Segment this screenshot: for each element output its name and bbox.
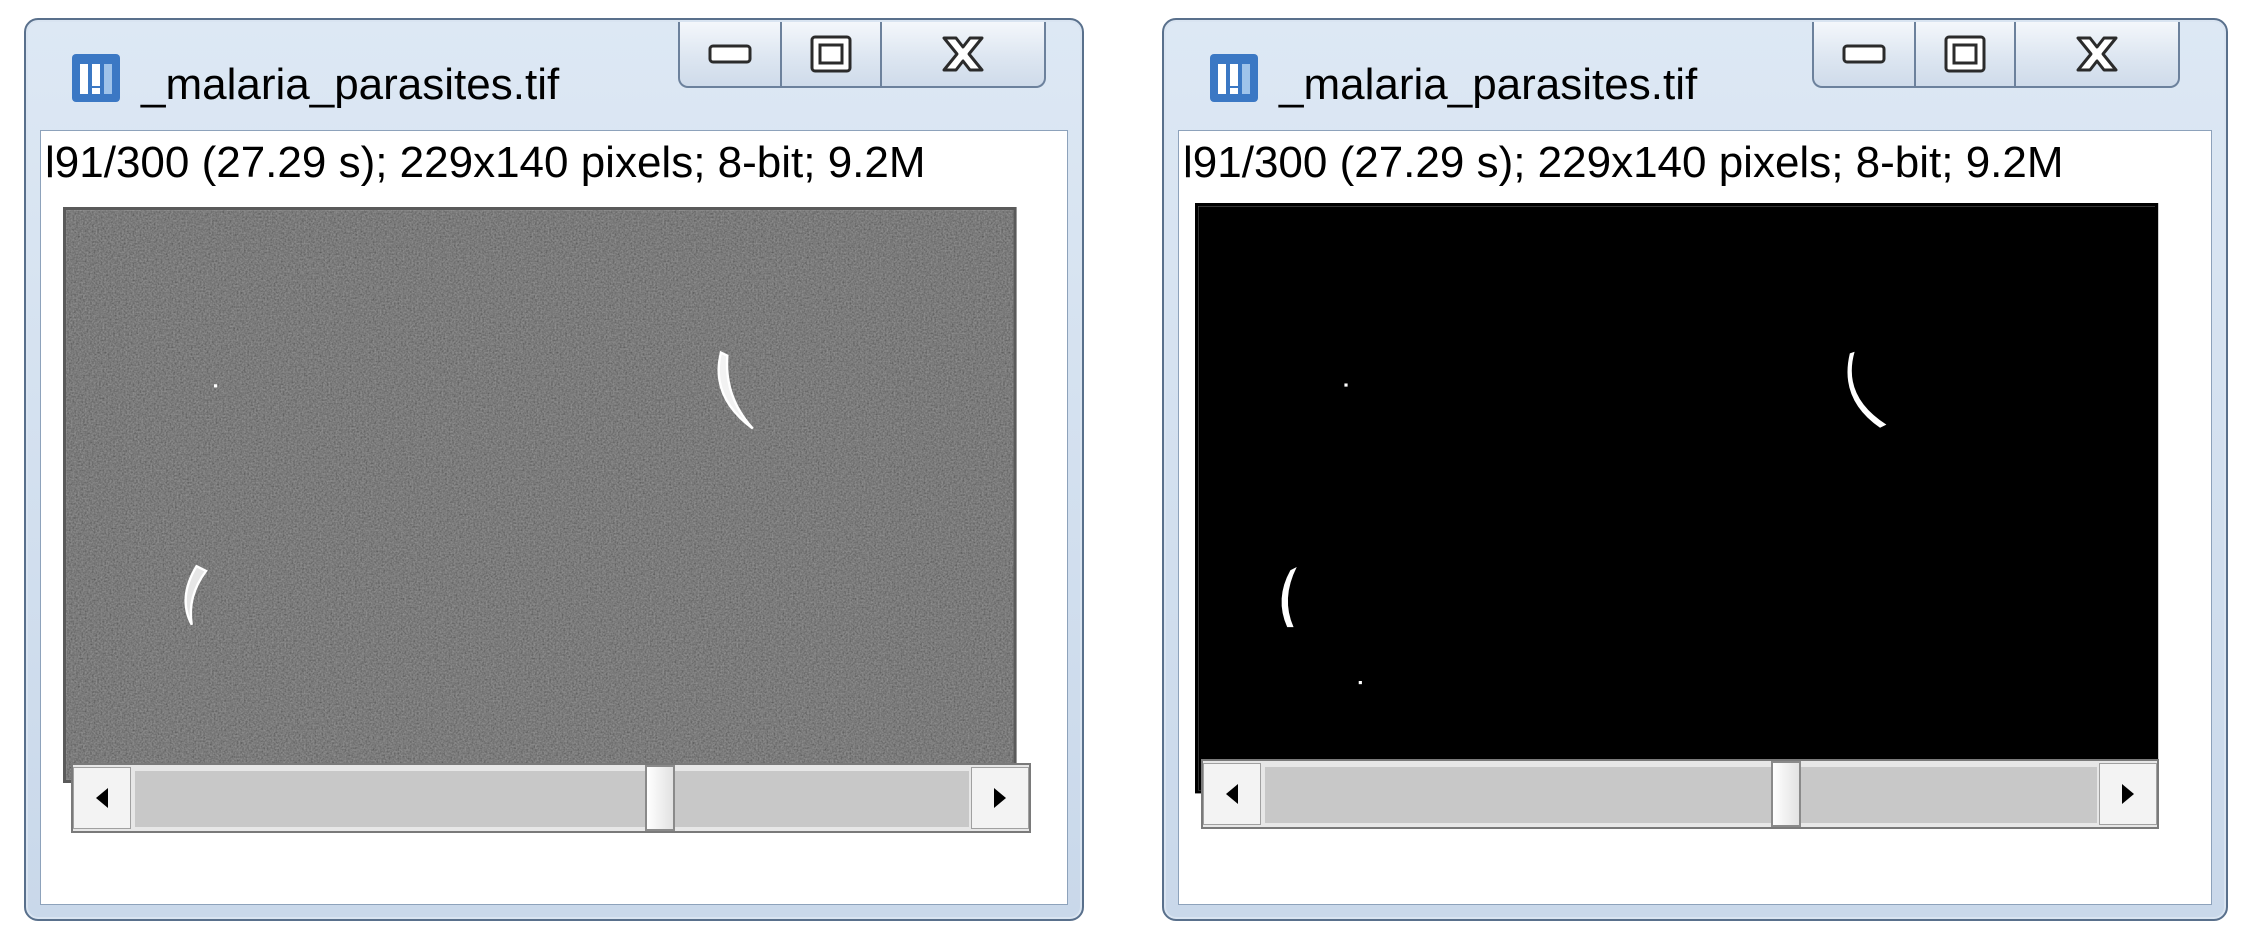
minimize-icon	[708, 44, 752, 64]
frame-scrollbar[interactable]	[1201, 759, 2159, 829]
scroll-thumb[interactable]	[645, 765, 675, 831]
window-title: _malaria_parasites.tif	[1279, 60, 1698, 109]
maximize-button[interactable]	[1916, 22, 2016, 88]
image-client-area: l91/300 (27.29 s); 229x140 pixels; 8-bit…	[40, 130, 1068, 905]
window-title: _malaria_parasites.tif	[141, 60, 560, 109]
image-client-area: l91/300 (27.29 s); 229x140 pixels; 8-bit…	[1178, 130, 2212, 905]
close-button[interactable]	[882, 22, 1046, 88]
image-canvas[interactable]	[1195, 203, 2159, 794]
maximize-icon	[810, 35, 852, 73]
parasite-mask-dot	[1358, 680, 1362, 685]
minimize-button[interactable]	[678, 22, 782, 88]
image-canvas[interactable]	[63, 207, 1017, 783]
imagej-icon	[1206, 50, 1262, 106]
arrow-left-icon	[96, 788, 108, 808]
scroll-track[interactable]	[135, 771, 969, 827]
imagej-icon	[68, 50, 124, 106]
close-icon	[2076, 36, 2118, 72]
image-window-original[interactable]: _malaria_parasites.tif l91/300 (27.29 s)	[24, 18, 1084, 921]
minimize-icon	[1842, 44, 1886, 64]
scroll-left-button[interactable]	[1203, 763, 1261, 825]
arrow-right-icon	[994, 788, 1006, 808]
image-window-thresholded[interactable]: _malaria_parasites.tif l91/300 (27.29 s)	[1162, 18, 2228, 921]
window-controls	[678, 22, 1046, 92]
close-button[interactable]	[2016, 22, 2180, 88]
scroll-right-button[interactable]	[2099, 763, 2157, 825]
scroll-left-button[interactable]	[73, 767, 131, 829]
maximize-button[interactable]	[782, 22, 882, 88]
minimize-button[interactable]	[1812, 22, 1916, 88]
parasite-dot	[214, 384, 218, 388]
image-info-line: l91/300 (27.29 s); 229x140 pixels; 8-bit…	[45, 138, 926, 187]
window-controls	[1812, 22, 2180, 92]
parasite-mask-dot	[1344, 383, 1348, 387]
frame-scrollbar[interactable]	[71, 763, 1031, 833]
maximize-icon	[1944, 35, 1986, 73]
arrow-left-icon	[1226, 784, 1238, 804]
scroll-right-button[interactable]	[971, 767, 1029, 829]
close-icon	[942, 36, 984, 72]
arrow-right-icon	[2122, 784, 2134, 804]
scroll-thumb[interactable]	[1771, 761, 1801, 827]
title-bar[interactable]: _malaria_parasites.tif	[1164, 20, 2226, 130]
image-info-line: l91/300 (27.29 s); 229x140 pixels; 8-bit…	[1183, 138, 2064, 187]
scroll-track[interactable]	[1265, 767, 2097, 823]
title-bar[interactable]: _malaria_parasites.tif	[26, 20, 1082, 130]
